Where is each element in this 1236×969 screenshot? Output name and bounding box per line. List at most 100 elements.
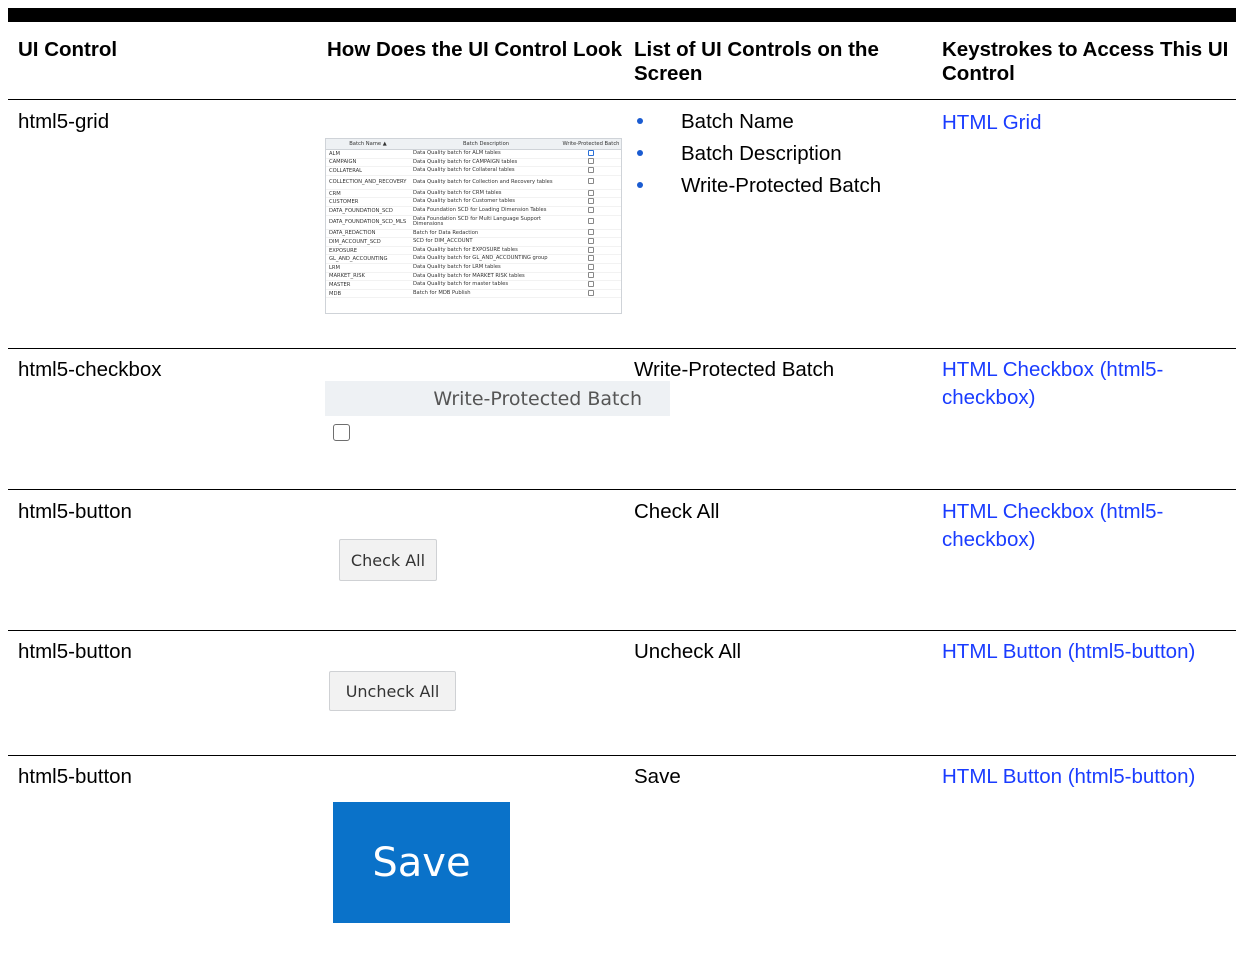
grid-header-write-protected: Write-Protected Batch — [562, 141, 620, 147]
header-ui-control-look: How Does the UI Control Look — [327, 38, 622, 61]
grid-row[interactable]: ALM Data Quality batch for ALM tables — [326, 149, 621, 159]
grid-row[interactable]: DIM_ACCOUNT_SCD SCD for DIM_ACCOUNT — [326, 237, 621, 247]
grid-cell-batch-description: Data Quality batch for CRM tables — [413, 189, 502, 196]
grid-cell-write-protected — [562, 255, 620, 263]
grid-cell-batch-name: MASTER — [329, 281, 351, 288]
save-button[interactable]: Save — [333, 802, 510, 923]
grid-checkbox[interactable] — [588, 189, 594, 196]
row-rule — [8, 630, 1236, 631]
grid-row[interactable]: GL_AND_ACCOUNTING Data Quality batch for … — [326, 255, 621, 264]
grid-header-row: Batch Name ▲ Batch Description Write-Pro… — [326, 139, 621, 150]
grid-cell-batch-description: Batch for MDB Publish — [413, 289, 471, 296]
list-item: Write-Protected Batch — [634, 170, 881, 202]
check-all-button[interactable]: Check All — [339, 539, 437, 581]
grid-row[interactable]: MARKET_RISK Data Quality batch for MARKET… — [326, 272, 621, 282]
html-grid-link[interactable]: HTML Grid — [942, 109, 1232, 137]
grid-row[interactable]: CRM Data Quality batch for CRM tables — [326, 189, 621, 199]
grid-cell-batch-name: CRM — [329, 190, 341, 197]
grid-cell-batch-description: Data Quality batch for GL_AND_ACCOUNTING… — [413, 255, 548, 262]
grid-cell-batch-description: Data Foundation SCD for Loading Dimensio… — [413, 207, 547, 214]
grid-checkbox[interactable] — [588, 289, 594, 296]
grid-row[interactable]: MASTER Data Quality batch for master tabl… — [326, 280, 621, 290]
html-checkbox-link[interactable]: HTML Checkbox (html5-checkbox) — [942, 356, 1222, 412]
header-rule — [8, 99, 1236, 100]
grid-checkbox[interactable] — [588, 272, 594, 279]
grid-row[interactable]: DATA_FOUNDATION_SCD Data Foundation SCD f… — [326, 206, 621, 216]
grid-thumbnail: Batch Name ▲ Batch Description Write-Pro… — [325, 138, 622, 314]
row-rule — [8, 348, 1236, 349]
header-keystrokes: Keystrokes to Access This UI Control — [942, 38, 1229, 85]
grid-cell-batch-name: EXPOSURE — [329, 247, 358, 254]
grid-checkbox[interactable] — [588, 149, 594, 156]
grid-cell-batch-name: CUSTOMER — [329, 199, 359, 206]
grid-checkbox[interactable] — [588, 246, 594, 253]
grid-row[interactable]: DATA_FOUNDATION_SCD_MLS Data Foundation S… — [326, 216, 621, 230]
grid-cell-batch-name: DATA_REDACTION — [329, 230, 376, 237]
grid-checkbox[interactable] — [588, 158, 594, 165]
grid-cell-batch-description: Data Quality batch for ALM tables — [413, 150, 501, 157]
grid-checkbox[interactable] — [588, 178, 594, 185]
grid-row[interactable]: COLLATERAL Data Quality batch for Collate… — [326, 166, 621, 176]
grid-cell-write-protected — [562, 158, 620, 166]
grid-cell-write-protected — [562, 289, 620, 298]
grid-cell-batch-description: Data Quality batch for CAMPAIGN tables — [413, 158, 518, 165]
grid-row[interactable]: EXPOSURE Data Quality batch for EXPOSURE … — [326, 246, 621, 256]
list-item: Batch Name — [634, 106, 881, 138]
grid-cell-write-protected — [562, 237, 620, 246]
grid-cell-write-protected — [562, 206, 620, 215]
grid-cell-batch-description: Data Foundation SCD for Multi Language S… — [413, 215, 542, 228]
html-button-link[interactable]: HTML Button (html5-button) — [942, 638, 1222, 666]
grid-cell-batch-name: LRM — [329, 264, 340, 271]
uncheck-all-button[interactable]: Uncheck All — [329, 671, 456, 711]
grid-cell-batch-name: COLLECTION_AND_RECOVERY — [329, 179, 407, 186]
grid-cell-write-protected — [562, 280, 620, 289]
header-ui-controls-list: List of UI Controls on the Screen — [634, 38, 879, 85]
list-item: Batch Description — [634, 138, 881, 170]
control-list-text: Check All — [634, 500, 720, 523]
grid-checkbox[interactable] — [588, 280, 594, 287]
row-control-name: html5-button — [18, 500, 132, 523]
write-protected-checkbox[interactable] — [333, 424, 350, 441]
controls-list: Batch Name Batch Description Write-Prote… — [634, 106, 881, 202]
grid-cell-batch-name: DATA_FOUNDATION_SCD_MLS — [329, 219, 407, 226]
grid-checkbox[interactable] — [588, 255, 594, 262]
html-button-link[interactable]: HTML Button (html5-button) — [942, 763, 1222, 791]
grid-row[interactable]: CUSTOMER Data Quality batch for Customer … — [326, 198, 621, 207]
grid-cell-write-protected — [562, 178, 620, 186]
grid-row[interactable]: COLLECTION_AND_RECOVERY Data Quality batc… — [326, 176, 621, 190]
grid-cell-batch-description: SCD for DIM_ACCOUNT — [413, 238, 473, 245]
row-rule — [8, 489, 1236, 490]
grid-checkbox[interactable] — [588, 198, 594, 205]
grid-cell-batch-description: Data Quality batch for Collection and Re… — [413, 178, 553, 185]
grid-cell-batch-name: COLLATERAL — [329, 167, 363, 174]
grid-row[interactable]: LRM Data Quality batch for LRM tables — [326, 263, 621, 273]
header-ui-control: UI Control — [18, 38, 118, 61]
grid-cell-batch-description: Data Quality batch for Customer tables — [413, 198, 515, 205]
grid-cell-write-protected — [562, 198, 620, 206]
grid-row[interactable]: MDB Batch for MDB Publish — [326, 289, 621, 299]
grid-cell-write-protected — [562, 189, 620, 198]
grid-checkbox[interactable] — [588, 166, 594, 173]
grid-checkbox[interactable] — [588, 237, 594, 244]
row-rule — [8, 755, 1236, 756]
row-control-name: html5-button — [18, 640, 132, 663]
grid-row[interactable]: DATA_REDACTION Batch for Data Redaction — [326, 229, 621, 239]
grid-cell-write-protected — [562, 263, 620, 272]
grid-cell-batch-name: ALM — [329, 150, 340, 157]
html-checkbox-link[interactable]: HTML Checkbox (html5-checkbox) — [942, 498, 1222, 554]
table-top-border — [8, 8, 1236, 22]
grid-cell-batch-description: Data Quality batch for Collateral tables — [413, 167, 515, 174]
grid-checkbox[interactable] — [588, 218, 594, 225]
control-list-text: Write-Protected Batch — [634, 358, 835, 381]
row-control-name: html5-grid — [18, 110, 110, 133]
grid-checkbox[interactable] — [588, 206, 594, 213]
grid-checkbox[interactable] — [588, 229, 594, 236]
control-list-text: Uncheck All — [634, 640, 742, 663]
grid-cell-batch-name: DIM_ACCOUNT_SCD — [329, 238, 381, 245]
grid-row[interactable]: CAMPAIGN Data Quality batch for CAMPAIGN … — [326, 158, 621, 168]
row-control-name: html5-checkbox — [18, 358, 162, 381]
grid-cell-batch-name: GL_AND_ACCOUNTING — [329, 256, 388, 263]
control-list-text: Save — [634, 765, 681, 788]
grid-checkbox[interactable] — [588, 263, 594, 270]
row-control-name: html5-button — [18, 765, 132, 788]
